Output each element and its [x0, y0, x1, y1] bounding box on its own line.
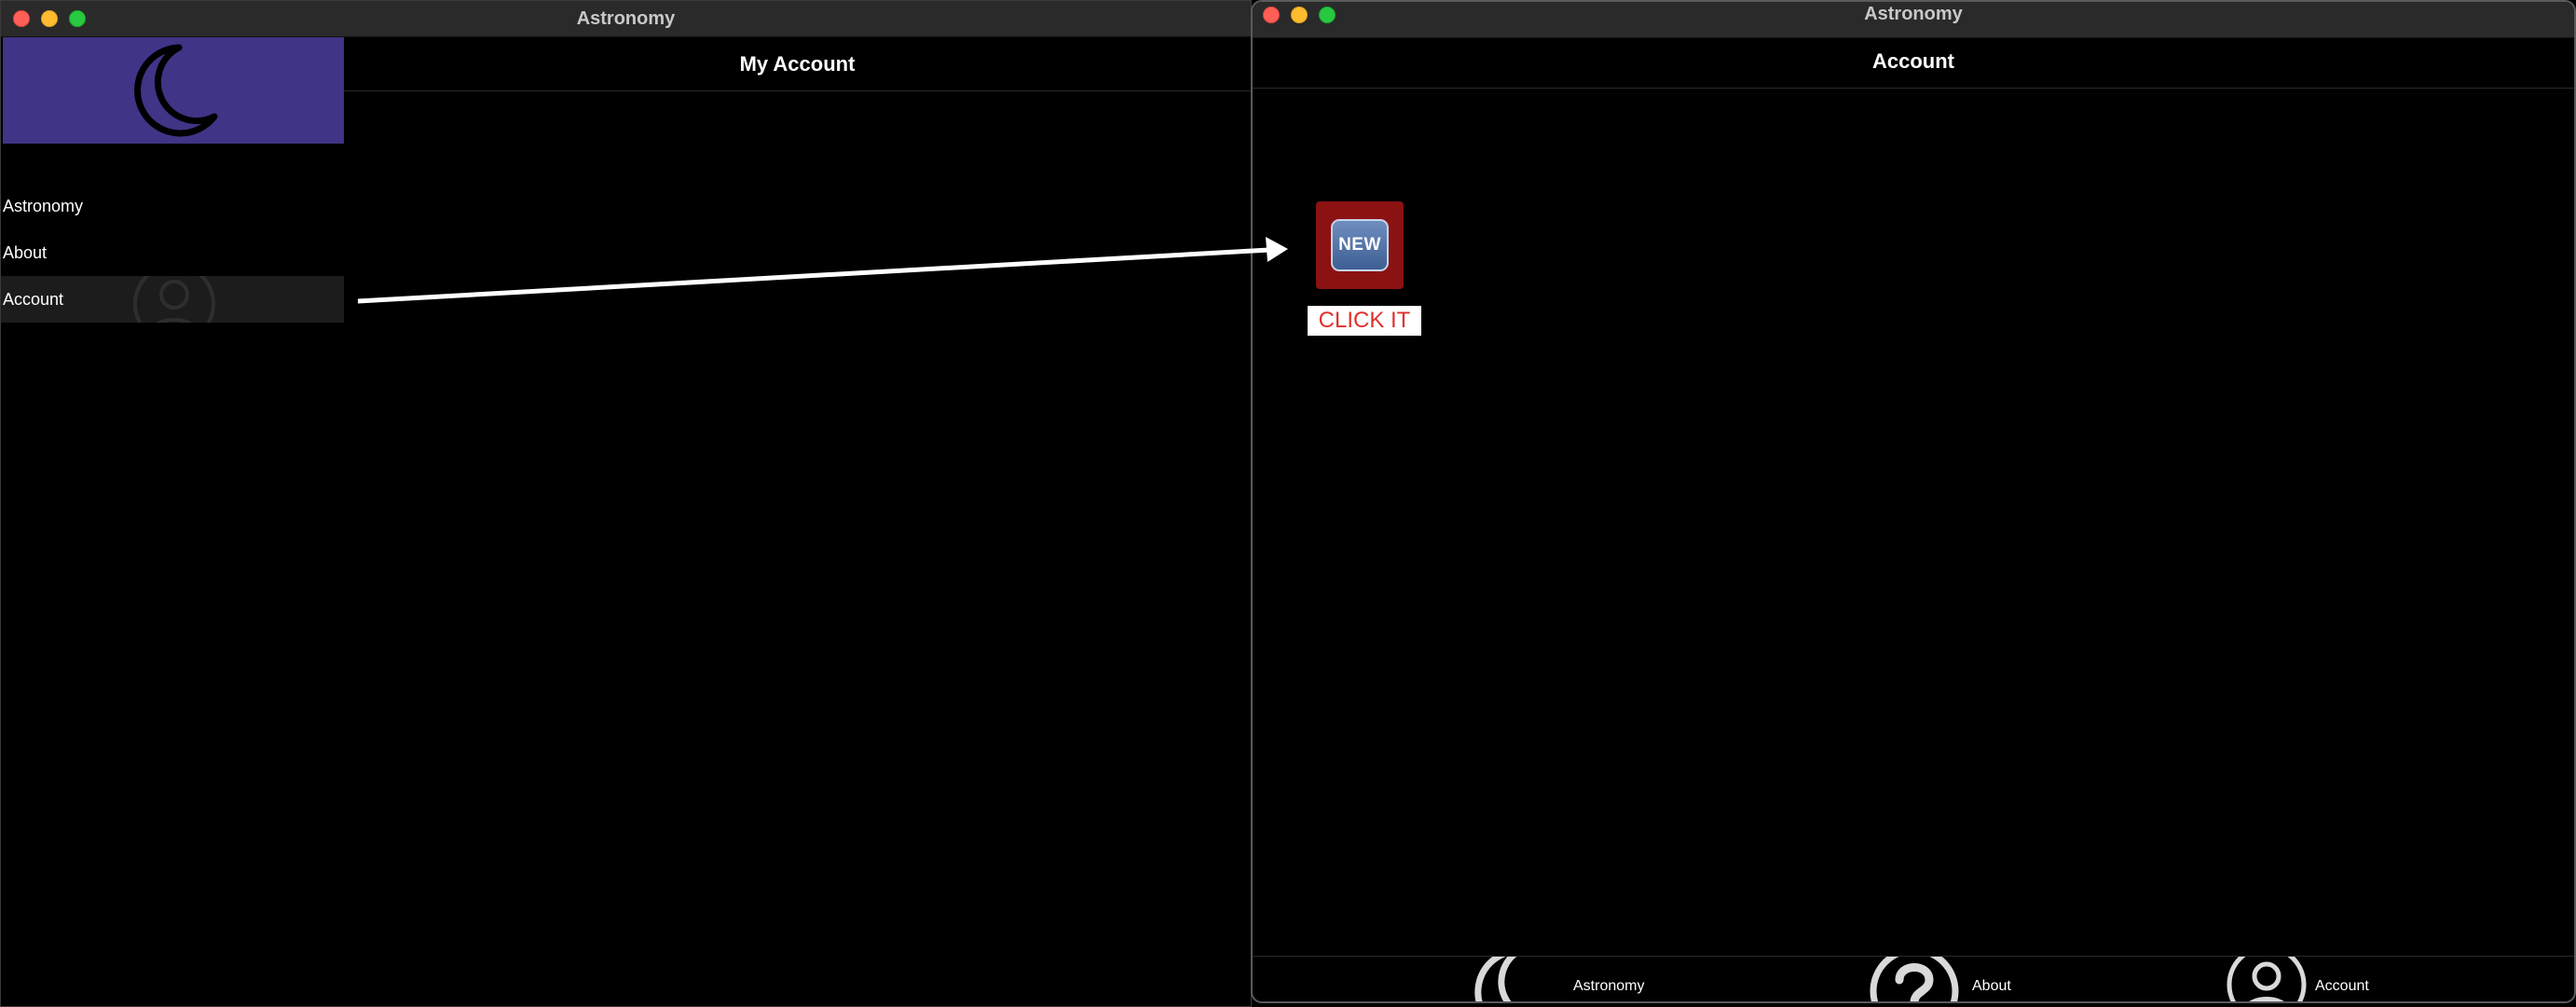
annotation-arrow — [357, 237, 1288, 304]
sidebar-item-label: Account — [3, 289, 64, 309]
person-circle-icon — [131, 276, 217, 323]
sidebar-item-label: Astronomy — [3, 196, 84, 215]
sidebar-item-label: About — [3, 242, 48, 262]
